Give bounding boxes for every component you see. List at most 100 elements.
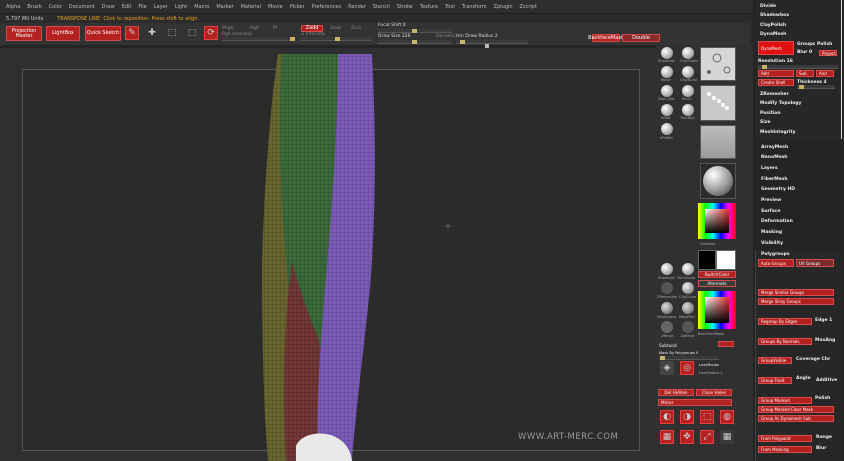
group-masked-clear-mask-button[interactable]: Group Masked Clear Mask: [758, 406, 834, 413]
brush-trimdyn-icon[interactable]: [682, 104, 694, 116]
add-button[interactable]: Add: [758, 70, 794, 77]
mesh-model[interactable]: [0, 48, 655, 461]
secondary-color-swatch[interactable]: [716, 250, 736, 270]
viewport[interactable]: [0, 48, 655, 461]
double-button[interactable]: Double: [622, 34, 660, 42]
group-as-dynamesh-sub-button[interactable]: Group As Dynamesh Sub: [758, 415, 834, 422]
from-polypaint-button[interactable]: From Polypaint: [758, 435, 812, 442]
menu-item-dynamesh[interactable]: DynaMesh: [760, 32, 786, 37]
brush-hpolish-icon[interactable]: [661, 123, 673, 135]
texture-preview[interactable]: [700, 125, 736, 159]
m-toggle[interactable]: M: [273, 26, 277, 31]
from-masking-button[interactable]: From Masking: [758, 446, 812, 453]
resolution-slider[interactable]: [758, 65, 838, 69]
group-visible-button[interactable]: GroupVisible: [758, 357, 792, 364]
menu-item-masking[interactable]: Masking: [761, 230, 782, 235]
draw-icon[interactable]: ✚: [145, 26, 159, 40]
color-picker-2[interactable]: [698, 291, 736, 329]
menu-material[interactable]: Material: [241, 4, 261, 10]
brush-masklasso-icon[interactable]: [661, 302, 673, 314]
rgb-toggle[interactable]: Rgb: [250, 26, 259, 31]
menu-item-preview[interactable]: Preview: [761, 198, 781, 203]
menu-transform[interactable]: Transform: [462, 4, 487, 10]
brush-clipcurve-icon[interactable]: [682, 282, 694, 294]
brush-icon[interactable]: ◐: [660, 410, 674, 424]
group-front-button[interactable]: Group Front: [758, 377, 792, 384]
lazymouse-icon[interactable]: ◎: [680, 361, 694, 375]
color-picker-square[interactable]: [705, 209, 729, 233]
zsub-toggle[interactable]: Zsub: [330, 26, 341, 31]
focal-shift-slider[interactable]: [378, 29, 452, 33]
menu-item-geometry-hd[interactable]: Geometry HD: [761, 187, 795, 192]
menu-item-position[interactable]: Position: [760, 111, 781, 116]
merge-similar-groups-button[interactable]: Merge Similar Groups: [758, 289, 834, 296]
menu-zplugin[interactable]: Zplugin: [494, 4, 513, 10]
alpha-preview[interactable]: [700, 85, 736, 121]
menu-item-size[interactable]: Size: [760, 120, 770, 125]
switch-color-button[interactable]: SwitchColor: [698, 271, 736, 278]
subtool-toggle-button[interactable]: [718, 341, 734, 347]
backface-mask-button[interactable]: BackfaceMask: [588, 34, 624, 42]
brush-zbrush-icon[interactable]: [661, 321, 673, 333]
menu-item-claypolish[interactable]: ClayPolish: [760, 23, 786, 28]
transp-icon[interactable]: ◑: [680, 410, 694, 424]
menu-item-surface[interactable]: Surface: [761, 209, 780, 214]
scale-icon[interactable]: ⬚: [185, 26, 199, 40]
menu-marker[interactable]: Marker: [216, 4, 233, 10]
menu-item-fibermesh[interactable]: FiberMesh: [761, 177, 788, 182]
menu-item-layers[interactable]: Layers: [761, 166, 778, 171]
quick-sketch-button[interactable]: Quick Sketch: [85, 26, 121, 41]
frame-icon[interactable]: ▦: [660, 430, 674, 444]
and-button[interactable]: And: [816, 70, 834, 77]
brush-default-icon[interactable]: [682, 321, 694, 333]
brush-claytubes-icon[interactable]: [682, 47, 694, 59]
menu-item-arraymesh[interactable]: ArrayMesh: [761, 145, 788, 150]
menu-brush[interactable]: Brush: [27, 4, 41, 10]
uv-groups-button[interactable]: UV Groups: [796, 259, 834, 267]
mask-by-polygroups-slider[interactable]: [659, 356, 719, 360]
thickness-slider[interactable]: [797, 85, 835, 89]
menu-document[interactable]: Document: [69, 4, 95, 10]
draw-size-slider[interactable]: [378, 40, 452, 44]
menu-stencil[interactable]: Stencil: [373, 4, 390, 10]
brush-zremesher-icon[interactable]: [661, 282, 673, 294]
sub-button[interactable]: Sub: [796, 70, 814, 77]
rgb-intensity-slider[interactable]: [222, 37, 295, 41]
menu-macro[interactable]: Macro: [194, 4, 209, 10]
groups-by-normals-button[interactable]: Groups By Normals: [758, 338, 812, 345]
menu-movie[interactable]: Movie: [268, 4, 283, 10]
brush-pinch-icon[interactable]: [682, 85, 694, 97]
menu-item-nanomesh[interactable]: NanoMesh: [761, 155, 788, 160]
mrgb-toggle[interactable]: Mrgb: [222, 26, 233, 31]
menu-color[interactable]: Color: [49, 4, 62, 10]
brush-damstd-icon[interactable]: [661, 85, 673, 97]
material-preview[interactable]: [700, 163, 736, 199]
projection-master-button[interactable]: Projection Master: [6, 26, 42, 41]
menu-light[interactable]: Light: [175, 4, 187, 10]
brush-claybuild-icon[interactable]: [682, 66, 694, 78]
menu-preferences[interactable]: Preferences: [312, 4, 341, 10]
zadd-button[interactable]: Zadd: [301, 25, 323, 32]
zcut-toggle[interactable]: Zcut: [351, 26, 361, 31]
move-tool-icon[interactable]: ✥: [680, 430, 694, 444]
menu-zscript[interactable]: Zscript: [520, 4, 537, 10]
edit-mode-icon[interactable]: ✎: [125, 26, 139, 40]
color-picker-2-square[interactable]: [705, 297, 729, 323]
project-button[interactable]: Project: [819, 50, 837, 56]
dynamesh-button[interactable]: DynaMesh: [758, 41, 794, 55]
menu-file[interactable]: File: [138, 4, 146, 10]
scale-tool-icon[interactable]: ⤢: [700, 430, 714, 444]
menu-item-shadowbox[interactable]: Shadowbox: [760, 13, 789, 18]
menu-edit[interactable]: Edit: [122, 4, 132, 10]
mirror-button[interactable]: Mirror: [658, 399, 732, 406]
dynamic-toggle[interactable]: Dynamic: [436, 34, 456, 39]
brush-standard-icon[interactable]: [661, 47, 673, 59]
menu-tool[interactable]: Tool: [445, 4, 455, 10]
menu-item-visibility[interactable]: Visibility: [761, 241, 783, 246]
menu-item-polygroups[interactable]: Polygroups: [761, 252, 790, 257]
menu-render[interactable]: Render: [348, 4, 366, 10]
hm-draw-radius-slider[interactable]: [456, 40, 528, 44]
polish-toggle[interactable]: Polish: [817, 42, 832, 47]
ghost-icon[interactable]: ◍: [720, 410, 734, 424]
z-intensity-slider[interactable]: [301, 37, 371, 41]
